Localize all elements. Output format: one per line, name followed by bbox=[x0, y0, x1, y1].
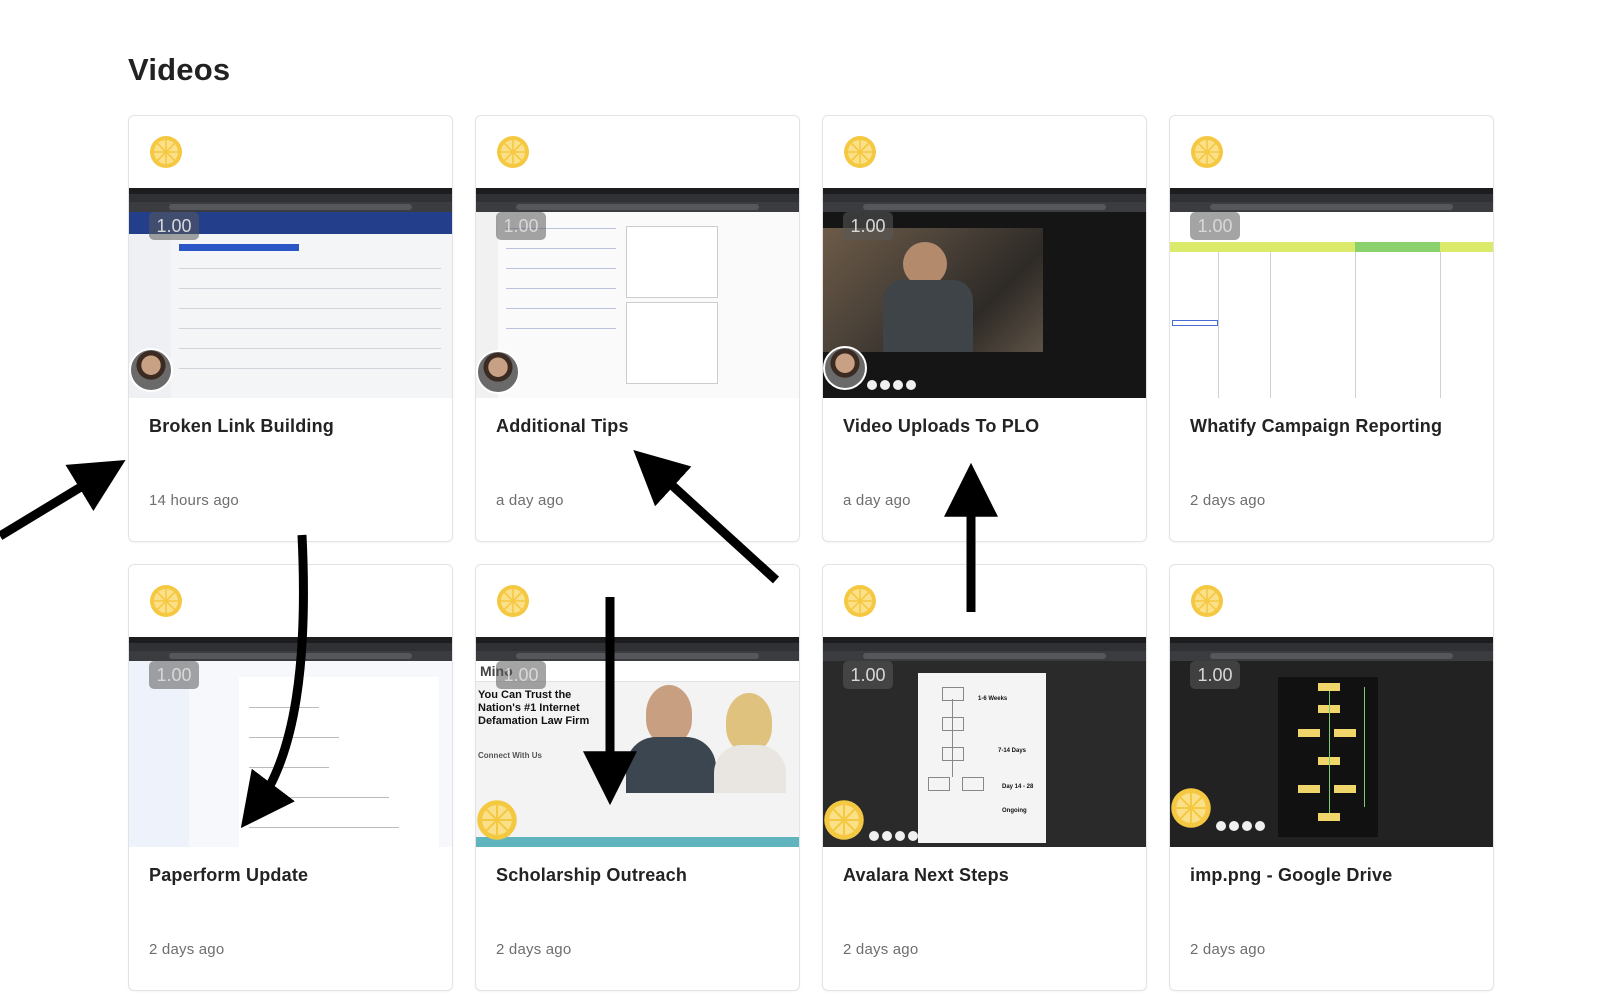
video-age: 2 days ago bbox=[496, 941, 572, 958]
video-card-broken-link-building[interactable]: 1.00 Broken Link Building 14 hours ago bbox=[128, 115, 453, 542]
video-title[interactable]: Avalara Next Steps bbox=[843, 865, 1009, 886]
phase-label: 7-14 Days bbox=[998, 748, 1027, 754]
video-title[interactable]: imp.png - Google Drive bbox=[1190, 865, 1392, 886]
playback-speed-badge: 1.00 bbox=[496, 212, 546, 240]
video-title[interactable]: Additional Tips bbox=[496, 416, 629, 437]
video-title[interactable]: Whatify Campaign Reporting bbox=[1190, 416, 1442, 437]
lemon-logo-icon bbox=[844, 585, 876, 617]
video-grid: 1.00 Broken Link Building 14 hours ago 1… bbox=[128, 115, 1494, 991]
video-frame bbox=[823, 228, 1043, 352]
playback-speed-badge: 1.00 bbox=[1190, 661, 1240, 689]
video-card-whatify-campaign-reporting[interactable]: 1.00 Whatify Campaign Reporting 2 days a… bbox=[1169, 115, 1494, 542]
video-card-paperform-update[interactable]: 1.00 Paperform Update 2 days ago bbox=[128, 564, 453, 991]
lemon-logo-icon bbox=[150, 585, 182, 617]
video-thumbnail[interactable]: 1-6 Weeks 7-14 Days Day 14 - 28 Ongoing … bbox=[823, 637, 1146, 847]
playback-speed-badge: 1.00 bbox=[149, 212, 199, 240]
lemon-logo-icon bbox=[1191, 585, 1223, 617]
playback-speed-badge: 1.00 bbox=[843, 212, 893, 240]
page-title: Videos bbox=[128, 52, 231, 87]
lemon-logo-icon bbox=[824, 800, 864, 840]
video-thumbnail[interactable]: 1.00 bbox=[1170, 188, 1493, 398]
phase-label: 1-6 Weeks bbox=[978, 696, 1008, 702]
presenter-avatar bbox=[823, 346, 867, 390]
lemon-logo-icon bbox=[477, 800, 517, 840]
video-age: a day ago bbox=[843, 492, 911, 509]
video-age: 2 days ago bbox=[1190, 492, 1266, 509]
phase-label: Day 14 - 28 bbox=[1002, 784, 1034, 790]
arrow-to-broken-link-building bbox=[0, 459, 126, 540]
playback-speed-badge: 1.00 bbox=[843, 661, 893, 689]
flowchart-image bbox=[1278, 677, 1378, 837]
video-thumbnail[interactable]: Mino You Can Trust the Nation's #1 Inter… bbox=[476, 637, 799, 847]
lemon-logo-icon bbox=[844, 136, 876, 168]
site-headline: You Can Trust the Nation's #1 Internet D… bbox=[478, 689, 590, 727]
lemon-logo-icon bbox=[1171, 788, 1211, 828]
video-card-video-uploads-to-plo[interactable]: 1.00 Video Uploads To PLO a day ago bbox=[822, 115, 1147, 542]
site-cta: Connect With Us bbox=[478, 751, 542, 760]
presenter-avatar bbox=[129, 348, 173, 392]
video-card-scholarship-outreach[interactable]: Mino You Can Trust the Nation's #1 Inter… bbox=[475, 564, 800, 991]
video-card-avalara-next-steps[interactable]: 1-6 Weeks 7-14 Days Day 14 - 28 Ongoing … bbox=[822, 564, 1147, 991]
lemon-logo-icon bbox=[497, 136, 529, 168]
video-age: 2 days ago bbox=[1190, 941, 1266, 958]
video-title[interactable]: Scholarship Outreach bbox=[496, 865, 687, 886]
video-age: a day ago bbox=[496, 492, 564, 509]
playback-speed-badge: 1.00 bbox=[1190, 212, 1240, 240]
video-age: 2 days ago bbox=[843, 941, 919, 958]
video-title[interactable]: Paperform Update bbox=[149, 865, 308, 886]
lemon-logo-icon bbox=[1191, 136, 1223, 168]
playback-speed-badge: 1.00 bbox=[149, 661, 199, 689]
flowchart-document: 1-6 Weeks 7-14 Days Day 14 - 28 Ongoing bbox=[918, 673, 1046, 843]
video-age: 14 hours ago bbox=[149, 492, 239, 509]
video-title[interactable]: Video Uploads To PLO bbox=[843, 416, 1039, 437]
video-card-additional-tips[interactable]: 1.00 Additional Tips a day ago bbox=[475, 115, 800, 542]
video-thumbnail[interactable]: 1.00 bbox=[823, 188, 1146, 398]
presenter-avatar bbox=[476, 350, 520, 394]
lemon-logo-icon bbox=[497, 585, 529, 617]
video-card-imp-png-google-drive[interactable]: 1.00 imp.png - Google Drive 2 days ago bbox=[1169, 564, 1494, 991]
video-title[interactable]: Broken Link Building bbox=[149, 416, 334, 437]
video-age: 2 days ago bbox=[149, 941, 225, 958]
video-thumbnail[interactable]: 1.00 bbox=[476, 188, 799, 398]
video-thumbnail[interactable]: 1.00 bbox=[129, 188, 452, 398]
video-thumbnail[interactable]: 1.00 bbox=[1170, 637, 1493, 847]
video-thumbnail[interactable]: 1.00 bbox=[129, 637, 452, 847]
playback-speed-badge: 1.00 bbox=[496, 661, 546, 689]
lemon-logo-icon bbox=[150, 136, 182, 168]
phase-label: Ongoing bbox=[1002, 808, 1027, 814]
